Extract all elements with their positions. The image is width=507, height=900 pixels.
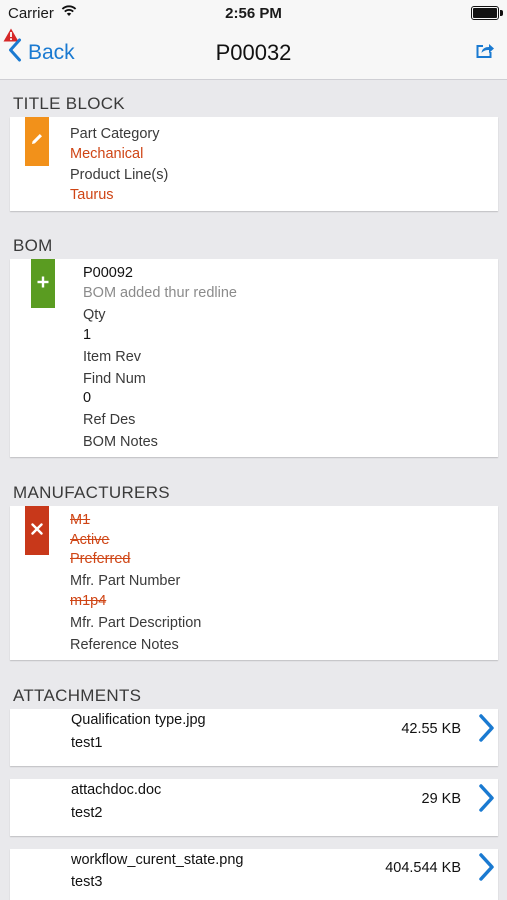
product-lines-label: Product Line(s) bbox=[70, 167, 169, 183]
part-category-label: Part Category bbox=[70, 126, 160, 142]
attachment-size: 29 KB bbox=[421, 791, 462, 807]
chevron-right-icon[interactable] bbox=[476, 713, 498, 748]
attachment-size: 42.55 KB bbox=[401, 721, 461, 737]
share-icon[interactable] bbox=[475, 41, 495, 64]
manufacturers-card: M1 Active Preferred Mfr. Part Number m1p… bbox=[10, 506, 498, 660]
plus-icon bbox=[37, 275, 49, 293]
clock: 2:56 PM bbox=[225, 5, 282, 22]
manufacturer-name: M1 bbox=[70, 512, 91, 528]
modified-badge bbox=[25, 117, 49, 166]
attachment-row[interactable]: Qualification type.jpg test1 42.55 KB bbox=[10, 709, 498, 766]
ref-des-label: Ref Des bbox=[83, 412, 136, 428]
product-lines-value: Taurus bbox=[70, 187, 114, 203]
navigation-bar: Back P00032 bbox=[0, 28, 507, 80]
manufacturer-preference: Preferred bbox=[70, 551, 131, 567]
find-num-value: 0 bbox=[83, 390, 92, 406]
chevron-right-icon[interactable] bbox=[476, 852, 498, 887]
attachment-name: attachdoc.doc bbox=[71, 782, 162, 798]
status-bar: Carrier 2:56 PM bbox=[0, 0, 507, 28]
section-title-manufacturers: MANUFACTURERS bbox=[13, 483, 170, 502]
find-num-label: Find Num bbox=[83, 371, 146, 387]
battery-icon bbox=[471, 6, 503, 20]
attachment-row[interactable]: attachdoc.doc test2 29 KB bbox=[10, 779, 498, 836]
attachment-row[interactable]: workflow_curent_state.png test3 404.544 … bbox=[10, 849, 498, 900]
section-title-attachments: ATTACHMENTS bbox=[13, 686, 142, 705]
qty-label: Qty bbox=[83, 307, 106, 323]
mfr-part-number-value: m1p4 bbox=[70, 593, 107, 609]
bom-note: BOM added thur redline bbox=[83, 285, 237, 301]
section-title-title-block: TITLE BLOCK bbox=[13, 94, 125, 113]
page-title: P00032 bbox=[215, 40, 292, 65]
qty-value: 1 bbox=[83, 327, 92, 343]
close-icon bbox=[31, 522, 43, 540]
attachment-description: test3 bbox=[71, 874, 103, 890]
attachment-name: workflow_curent_state.png bbox=[71, 852, 244, 868]
section-title-bom: BOM bbox=[13, 236, 53, 255]
bom-notes-label: BOM Notes bbox=[83, 434, 158, 450]
reference-notes-label: Reference Notes bbox=[70, 637, 179, 653]
bom-card: P00092 BOM added thur redline Qty 1 Item… bbox=[10, 259, 498, 457]
mfr-part-number-label: Mfr. Part Number bbox=[70, 573, 181, 589]
title-block-card: Part Category Mechanical Product Line(s)… bbox=[10, 117, 498, 211]
chevron-right-icon[interactable] bbox=[476, 783, 498, 818]
removed-badge bbox=[25, 506, 49, 555]
attachment-description: test2 bbox=[71, 805, 103, 821]
mfr-part-description-label: Mfr. Part Description bbox=[70, 615, 202, 631]
attachment-description: test1 bbox=[71, 735, 103, 751]
bom-item-number: P00092 bbox=[83, 265, 133, 281]
item-rev-label: Item Rev bbox=[83, 349, 142, 365]
part-category-value: Mechanical bbox=[70, 146, 144, 162]
attachment-name: Qualification type.jpg bbox=[71, 712, 206, 728]
added-badge bbox=[31, 259, 55, 308]
attachment-size: 404.544 KB bbox=[385, 860, 461, 876]
manufacturer-status: Active bbox=[70, 532, 110, 548]
pencil-icon bbox=[30, 132, 44, 151]
